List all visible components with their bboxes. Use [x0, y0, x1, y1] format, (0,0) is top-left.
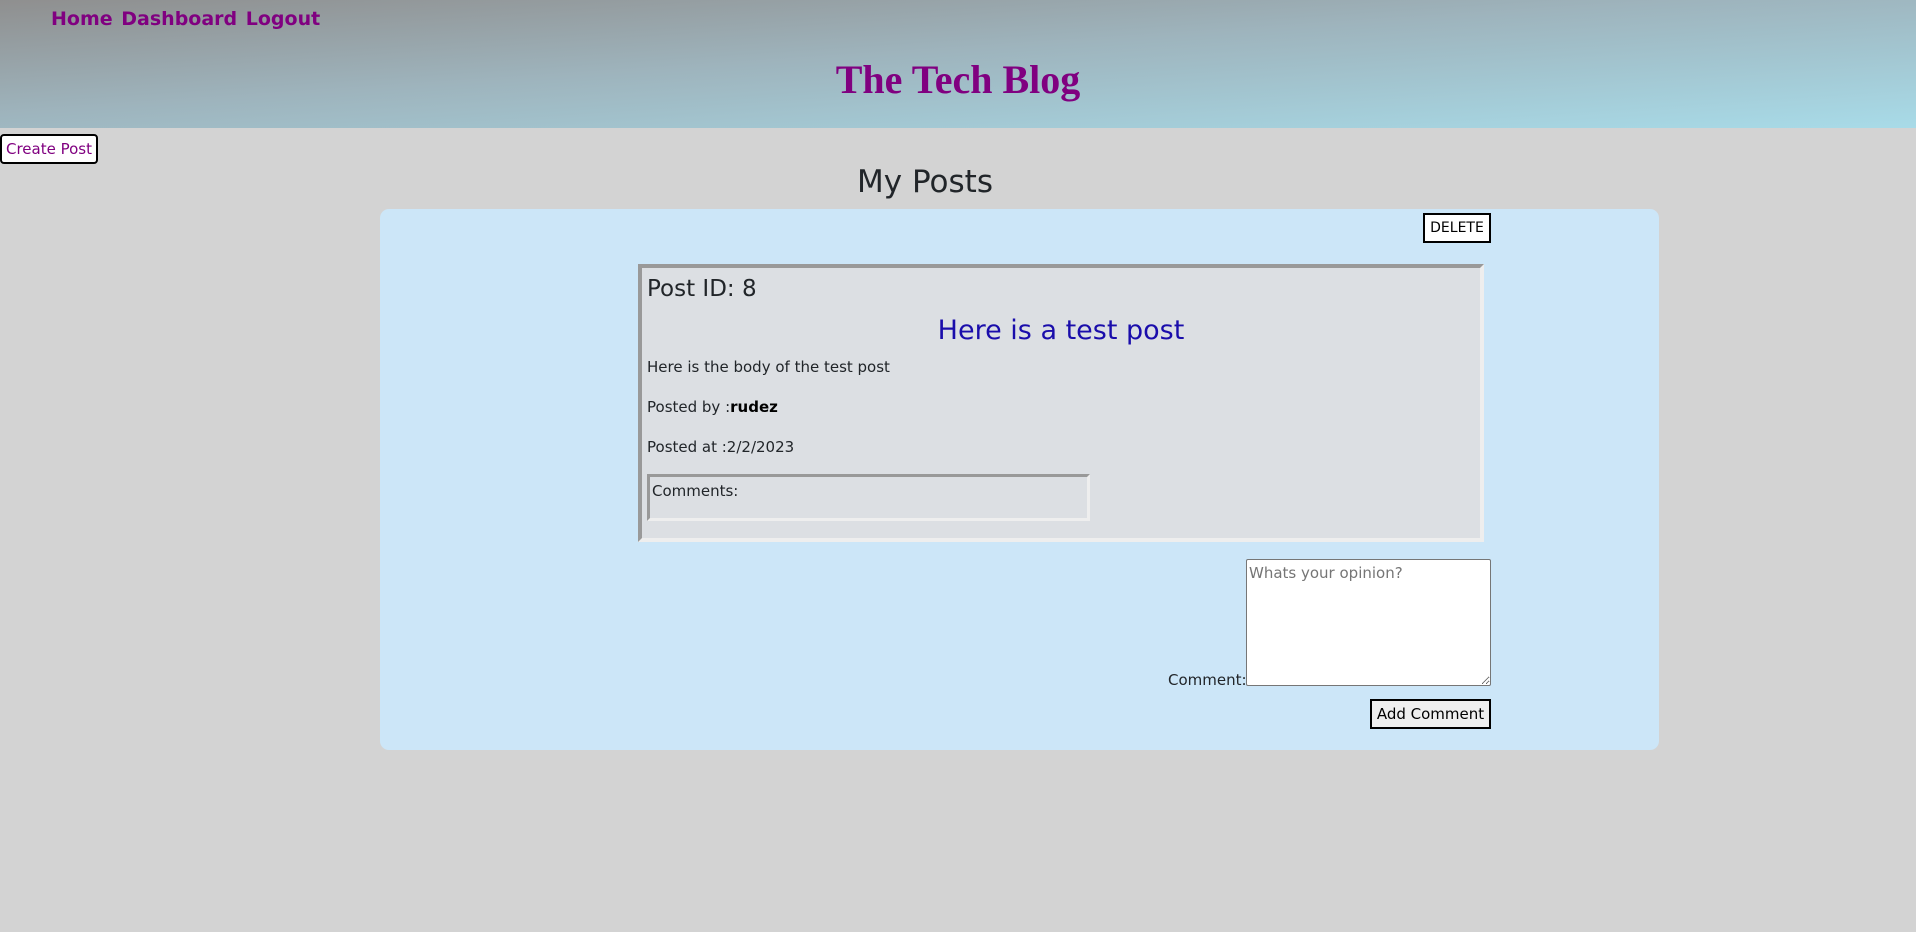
page-title: My Posts — [857, 164, 993, 200]
comment-label: Comment: — [1168, 671, 1247, 689]
post-author-name: rudez — [730, 398, 778, 416]
post-author-line: Posted by :rudez — [647, 397, 778, 417]
comments-label: Comments: — [652, 482, 739, 500]
comment-textarea[interactable] — [1246, 559, 1491, 686]
site-header: Home Dashboard Logout The Tech Blog — [0, 0, 1916, 128]
add-comment-button[interactable]: Add Comment — [1370, 699, 1491, 729]
nav-dashboard-link[interactable]: Dashboard — [121, 8, 237, 30]
comments-box: Comments: — [647, 474, 1090, 521]
post-body: Here is the body of the test post — [647, 358, 890, 376]
posted-by-prefix: Posted by : — [647, 398, 731, 416]
site-title: The Tech Blog — [835, 57, 1081, 102]
delete-post-button[interactable]: DELETE — [1423, 213, 1491, 243]
post-panel: DELETE Post ID: 8 Here is a test post He… — [380, 209, 1659, 750]
post-id: Post ID: 8 — [647, 276, 757, 302]
post-date: Posted at :2/2/2023 — [647, 438, 795, 456]
nav-logout-link[interactable]: Logout — [246, 8, 320, 30]
post-card: Post ID: 8 Here is a test post Here is t… — [638, 264, 1484, 542]
post-title: Here is a test post — [937, 315, 1185, 346]
nav-home-link[interactable]: Home — [51, 8, 113, 30]
top-nav: Home Dashboard Logout — [51, 8, 322, 30]
